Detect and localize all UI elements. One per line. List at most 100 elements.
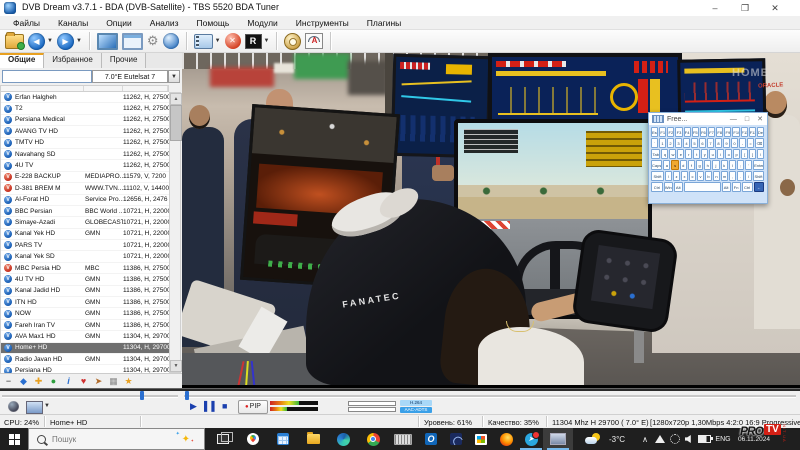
panel-slider-thumb[interactable] — [140, 391, 144, 400]
osk-key[interactable]: . — [737, 171, 744, 181]
tab-Прочие[interactable]: Прочие — [102, 53, 147, 68]
calendar-icon[interactable] — [268, 428, 298, 450]
osk-key[interactable]: q — [661, 149, 668, 159]
back-icon[interactable]: ◀▼ — [28, 31, 53, 51]
menu-item[interactable]: Файлы — [4, 18, 49, 28]
osk-key[interactable]: i — [717, 149, 724, 159]
osk-key[interactable]: F4 — [684, 127, 691, 137]
renderer-caret-icon[interactable]: ▼ — [44, 403, 50, 409]
network-globe-icon[interactable] — [8, 401, 19, 412]
dropdown-caret-icon[interactable]: ▼ — [215, 38, 221, 44]
dropdown-caret-icon[interactable]: ▼ — [47, 38, 53, 44]
channel-list-window-icon[interactable] — [122, 31, 143, 51]
osk-key[interactable] — [684, 182, 721, 192]
pip-button[interactable]: PIP — [238, 400, 268, 414]
osk-key[interactable]: [ — [741, 149, 748, 159]
scheduler-watch-icon[interactable] — [284, 31, 301, 51]
channel-row[interactable]: VAVANG TV HD11262, H, 27500 — [1, 126, 169, 137]
taskbar-search[interactable]: ✦ — [28, 428, 205, 450]
osk-key[interactable]: s — [671, 160, 678, 170]
osk-key[interactable]: g — [696, 160, 703, 170]
osk-key[interactable]: Esc — [651, 127, 658, 137]
info-icon[interactable]: i — [62, 375, 75, 387]
menu-item[interactable]: Модули — [238, 18, 286, 28]
osk-key[interactable]: - — [739, 138, 746, 148]
osk-key[interactable]: x — [681, 171, 688, 181]
pause-button[interactable]: ▌▌ — [204, 401, 219, 411]
channel-row[interactable]: VKanal Yek HDGMN10721, H, 22000 — [1, 229, 169, 240]
key-icon[interactable]: ★ — [122, 375, 135, 387]
renderer-monitor-icon[interactable] — [26, 401, 43, 414]
osk-key[interactable]: 5 — [691, 138, 698, 148]
channel-row[interactable]: V4U TV11262, H, 27500 — [1, 160, 169, 171]
osk-key[interactable]: w — [669, 149, 676, 159]
maximize-button[interactable]: ❐ — [734, 1, 756, 15]
osk-key[interactable]: / — [745, 171, 752, 181]
tab-Общие[interactable]: Общие — [0, 53, 44, 68]
osk-key[interactable]: ⌫ — [755, 138, 764, 148]
osk-key[interactable]: 3 — [675, 138, 682, 148]
osk-key[interactable]: 2 — [667, 138, 674, 148]
osk-key[interactable]: Ctrl — [742, 182, 753, 192]
file-explorer-icon[interactable] — [298, 428, 328, 450]
channel-row[interactable]: VITN HDGMN11386, H, 27500 — [1, 297, 169, 308]
osk-key[interactable]: ' — [745, 160, 752, 170]
osk-key[interactable]: Alt — [722, 182, 731, 192]
osk-key[interactable]: p — [733, 149, 740, 159]
osk-key[interactable]: j — [712, 160, 719, 170]
osk-key[interactable]: r — [685, 149, 692, 159]
play-button[interactable]: ▶ — [190, 401, 197, 412]
weather-icon[interactable] — [584, 428, 602, 450]
osk-key[interactable]: Shift — [651, 171, 664, 181]
sort-icon[interactable]: ◆ — [17, 375, 30, 387]
osk-key[interactable]: Enter — [753, 160, 764, 170]
osk-key[interactable]: u — [709, 149, 716, 159]
start-button[interactable] — [0, 428, 28, 450]
hidden-icons-chevron[interactable]: ∧ — [638, 428, 652, 450]
osk-key[interactable]: F5 — [692, 127, 699, 137]
osk-key[interactable]: Win — [664, 182, 673, 192]
osk-key[interactable]: 4 — [683, 138, 690, 148]
osk-maximize-button[interactable]: □ — [741, 116, 753, 123]
tab-Избранное[interactable]: Избранное — [44, 53, 102, 68]
speaker-icon[interactable] — [682, 428, 696, 450]
refresh-icon[interactable]: ● — [47, 375, 60, 387]
dropdown-caret-icon[interactable]: ▼ — [76, 38, 82, 44]
seek-slider-track[interactable] — [184, 395, 796, 397]
osk-key[interactable]: h — [704, 160, 711, 170]
collapse-icon[interactable]: − — [2, 375, 15, 387]
osk-key[interactable]: F3 — [675, 127, 682, 137]
satellite-select[interactable]: 7.0°E Eutelsat 7 — [92, 70, 168, 83]
osk-close-button[interactable]: ✕ — [753, 115, 767, 123]
close-button[interactable]: ✕ — [764, 1, 786, 15]
channel-row[interactable]: VAl-Forat HDService Pro...12656, H, 2476 — [1, 195, 169, 206]
osk-key[interactable]: e — [677, 149, 684, 159]
osk-minimize-button[interactable]: — — [726, 116, 741, 123]
osk-key[interactable]: = — [747, 138, 754, 148]
osk-key[interactable]: Alt — [674, 182, 683, 192]
osk-key[interactable]: Fn — [732, 182, 741, 192]
dvb-dream-app-icon[interactable] — [543, 428, 573, 450]
menu-item[interactable]: Плагины — [358, 18, 410, 28]
channel-row[interactable]: VSimaye-AzadiGLOBECAST10721, H, 22000 — [1, 217, 169, 228]
scroll-down-icon[interactable]: ▼ — [170, 360, 182, 372]
channel-row[interactable]: VKanal Yek SD10721, H, 22000 — [1, 251, 169, 262]
osk-key[interactable]: d — [680, 160, 687, 170]
scan-globe-icon[interactable] — [163, 31, 179, 51]
channel-row[interactable]: VFareh Iran TVGMN11386, H, 27500 — [1, 320, 169, 331]
balance-slider[interactable] — [348, 407, 396, 412]
channel-row[interactable]: VPARS TV10721, H, 22000 — [1, 240, 169, 251]
telegram-icon[interactable]: ➤ — [516, 428, 546, 450]
volume-slider[interactable] — [348, 401, 396, 406]
osk-key[interactable]: ` — [651, 138, 658, 148]
channel-row[interactable]: VAVA Max1 HDGMN11304, H, 29700 — [1, 331, 169, 342]
menu-item[interactable]: Инструменты — [287, 18, 358, 28]
osk-key[interactable]: 6 — [699, 138, 706, 148]
search-input[interactable] — [50, 434, 134, 445]
osk-key[interactable]: c — [689, 171, 696, 181]
chrome-icon[interactable] — [358, 428, 388, 450]
channel-row[interactable]: VNOWGMN11386, H, 27500 — [1, 308, 169, 319]
channel-row[interactable]: VT211262, H, 27500 — [1, 103, 169, 114]
osk-key[interactable]: ; — [737, 160, 744, 170]
osk-key[interactable]: 0 — [731, 138, 738, 148]
